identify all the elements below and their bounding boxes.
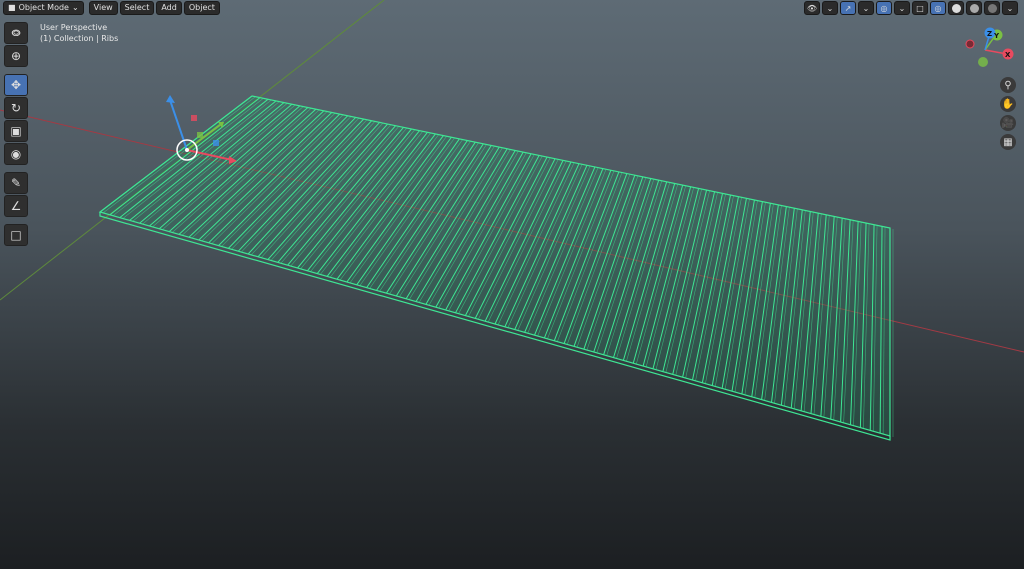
perspective-label: User Perspective bbox=[40, 23, 108, 32]
menu-object[interactable]: Object bbox=[183, 1, 220, 15]
scene-canvas[interactable]: X Y Z bbox=[0, 0, 1024, 569]
navigation-gizmo[interactable]: X Y Z bbox=[965, 27, 1014, 68]
add-cube-tool-icon[interactable]: □ bbox=[4, 224, 28, 246]
menu-add[interactable]: Add bbox=[156, 1, 182, 15]
collection-label: (1) Collection | Ribs bbox=[40, 34, 119, 43]
ribs-mesh[interactable] bbox=[98, 95, 894, 441]
scale-tool-icon[interactable]: ▣ bbox=[4, 120, 28, 142]
3d-viewport[interactable]: X Y Z bbox=[0, 0, 1024, 569]
menu-select[interactable]: Select bbox=[119, 1, 155, 15]
perspective-grid-icon[interactable]: ▦ bbox=[1000, 134, 1016, 150]
nav-neg-y-axis bbox=[978, 57, 988, 67]
rendered-shading-icon[interactable] bbox=[984, 1, 1000, 15]
mode-label: Object Mode bbox=[18, 3, 69, 12]
transform-tool-icon[interactable]: ◉ bbox=[4, 143, 28, 165]
object-mode-icon: ■ bbox=[8, 3, 16, 12]
menu-view[interactable]: View bbox=[88, 1, 118, 15]
cursor-tool-icon[interactable]: ⊕ bbox=[4, 45, 28, 67]
mode-dropdown[interactable]: ■ Object Mode ⌄ bbox=[3, 1, 84, 15]
header-right: 👁 ⌄ ↗ ⌄ ◎ ⌄ □ ◎ ⌄ bbox=[804, 1, 1018, 15]
chevron-down-icon[interactable]: ⌄ bbox=[822, 1, 838, 15]
nav-y-label: Y bbox=[993, 32, 1000, 40]
ribs-base bbox=[98, 95, 891, 437]
viewport-info: User Perspective (1) Collection | Ribs bbox=[40, 22, 118, 44]
pan-hand-icon[interactable]: ✋ bbox=[1000, 96, 1016, 112]
solid-shading-icon[interactable] bbox=[948, 1, 964, 15]
nav-z-label: Z bbox=[987, 30, 992, 38]
overlay-toggle-icon[interactable]: ◎ bbox=[876, 1, 892, 15]
xray-toggle-icon[interactable]: □ bbox=[912, 1, 928, 15]
material-shading-icon[interactable] bbox=[966, 1, 982, 15]
wireframe-shading-icon[interactable]: ◎ bbox=[930, 1, 946, 15]
nav-neg-x-axis bbox=[965, 39, 975, 49]
move-tool-icon[interactable]: ✥ bbox=[4, 74, 28, 96]
nav-x-label: X bbox=[1005, 51, 1011, 59]
tool-shelf: ⭖ ⊕ ✥ ↻ ▣ ◉ ✎ ∠ □ bbox=[4, 22, 28, 246]
gizmo-toggle-icon[interactable]: ↗ bbox=[840, 1, 856, 15]
header-left: ■ Object Mode ⌄ View Select Add Object bbox=[3, 1, 220, 15]
chevron-down-icon[interactable]: ⌄ bbox=[1002, 1, 1018, 15]
chevron-down-icon[interactable]: ⌄ bbox=[858, 1, 874, 15]
chevron-down-icon[interactable]: ⌄ bbox=[894, 1, 910, 15]
measure-tool-icon[interactable]: ∠ bbox=[4, 195, 28, 217]
select-box-tool-icon[interactable]: ⭖ bbox=[4, 22, 28, 44]
annotate-tool-icon[interactable]: ✎ bbox=[4, 172, 28, 194]
rotate-tool-icon[interactable]: ↻ bbox=[4, 97, 28, 119]
visibility-icon[interactable]: 👁 bbox=[804, 1, 820, 15]
zoom-icon[interactable]: ⚲ bbox=[1000, 77, 1016, 93]
camera-icon[interactable]: 🎥 bbox=[1000, 115, 1016, 131]
chevron-down-icon: ⌄ bbox=[71, 3, 79, 12]
